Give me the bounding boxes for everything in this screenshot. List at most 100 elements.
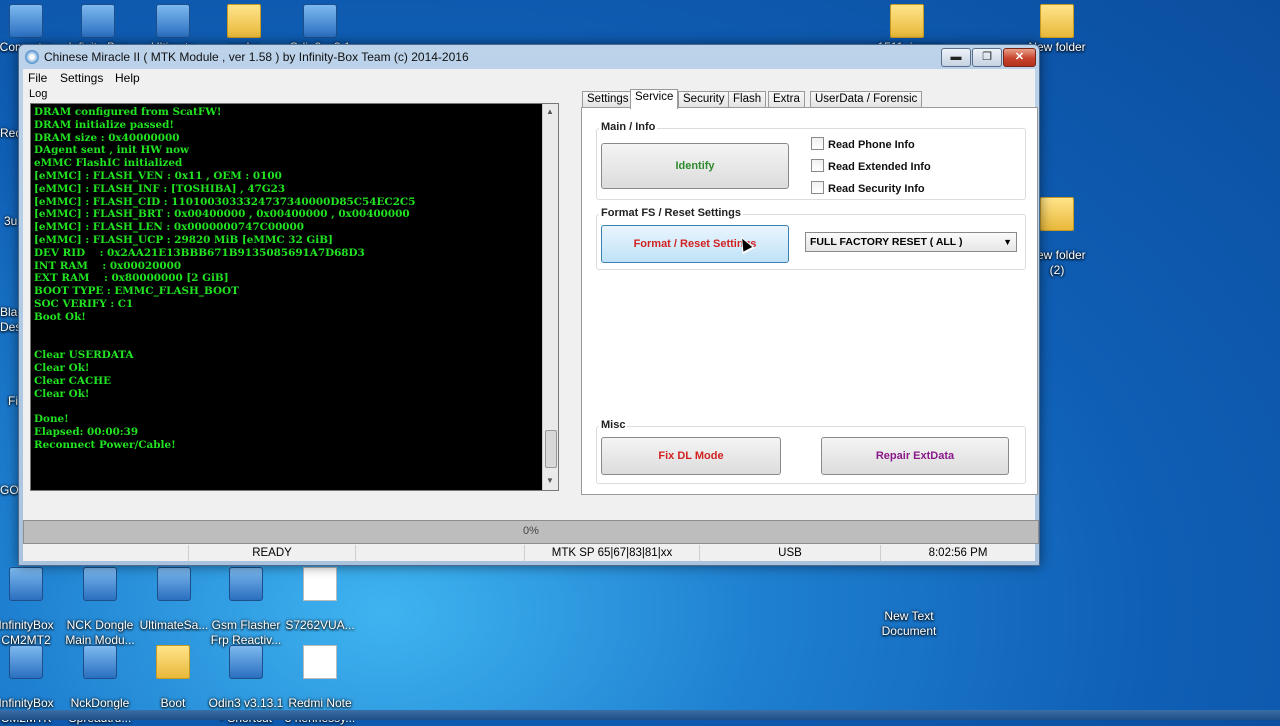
- log-line: Boot Ok!: [34, 310, 86, 323]
- log-line: [eMMC] : FLASH_CID : 1101003033324737340…: [34, 195, 416, 208]
- log-scrollbar[interactable]: ▲ ▼: [542, 104, 558, 490]
- desktop-icon-boot[interactable]: Boot: [133, 630, 213, 711]
- log-line: Done!: [34, 413, 69, 426]
- document-icon: [303, 645, 337, 679]
- format-title: Format FS / Reset Settings: [599, 207, 743, 219]
- computer-icon: [9, 4, 43, 38]
- window-client: File Settings Help Log DRAM configured f…: [23, 69, 1039, 561]
- folder-icon: [156, 645, 190, 679]
- log-line: DRAM initialize passed!: [34, 118, 174, 131]
- desktop-icon-label: Boot: [160, 696, 186, 710]
- tab-settings[interactable]: Settings: [582, 91, 634, 108]
- tab-flash[interactable]: Flash: [728, 91, 767, 108]
- log-line: DRAM size : 0x40000000: [34, 131, 180, 144]
- format-reset-button[interactable]: Format / Reset Settings: [601, 225, 789, 263]
- read-security-info-checkbox[interactable]: Read Security Info: [811, 181, 925, 195]
- log-line: Clear Ok!: [34, 361, 90, 374]
- partial-desktop-label: Fi: [8, 394, 18, 408]
- log-line: [eMMC] : FLASH_INF : [TOSHIBA] , 47G23: [34, 182, 286, 195]
- log-line: Clear CACHE: [34, 374, 111, 387]
- log-line: EXT RAM : 0x80000000 [2 GiB]: [34, 272, 229, 285]
- status-bar: READY MTK SP 65|67|83|81|xx USB 8:02:56 …: [23, 545, 1035, 561]
- log-line: eMMC FlashIC initialized: [34, 157, 183, 170]
- misc-group: Misc Fix DL Mode Repair ExtData: [596, 419, 1026, 484]
- desktop-icon-label: New Text Document: [881, 609, 937, 638]
- fix-dl-mode-button[interactable]: Fix DL Mode: [601, 437, 781, 475]
- tab-userdata-forensic[interactable]: UserData / Forensic: [810, 91, 923, 108]
- main-info-title: Main / Info: [599, 121, 658, 133]
- tab-security[interactable]: Security: [678, 91, 730, 108]
- partial-desktop-label: 3u: [4, 214, 18, 228]
- identify-button[interactable]: Identify: [601, 143, 789, 189]
- desktop-icon-new-text-document[interactable]: New Text Document: [869, 557, 949, 639]
- nck-dongle-icon: [83, 567, 117, 601]
- log-line: SOC VERIFY : C1: [34, 297, 134, 310]
- log-text: DRAM configured from ScatFW! DRAM initial…: [34, 106, 539, 452]
- status-time: 8:02:56 PM: [928, 547, 988, 559]
- checkbox-icon: [811, 181, 824, 194]
- log-line: [eMMC] : FLASH_UCP : 29820 MiB [eMMC 32 …: [34, 233, 333, 246]
- infinitybox-icon: [9, 567, 43, 601]
- log-panel[interactable]: DRAM configured from ScatFW! DRAM initial…: [30, 103, 559, 491]
- checkbox-label: Read Security Info: [828, 183, 925, 195]
- chevron-down-icon: ▼: [1003, 237, 1012, 247]
- log-line: DRAM configured from ScatFW!: [34, 106, 222, 118]
- format-group: Format FS / Reset Settings Format / Rese…: [596, 207, 1026, 270]
- document-icon: [303, 567, 337, 601]
- log-line: [eMMC] : FLASH_VEN : 0x11 , OEM : 0100: [34, 169, 282, 182]
- ultimate-icon: [157, 567, 191, 601]
- status-cell-empty: [23, 545, 189, 561]
- progress-bar: 0%: [23, 520, 1039, 544]
- folder-icon: [1040, 4, 1074, 38]
- ultimate-icon: [156, 4, 190, 38]
- checkbox-label: Read Extended Info: [828, 161, 931, 173]
- close-button[interactable]: ✕: [1003, 48, 1036, 67]
- folder-icon: [1040, 197, 1074, 231]
- folder-icon: [890, 4, 924, 38]
- scroll-up-icon[interactable]: ▲: [546, 107, 554, 116]
- progress-text: 0%: [523, 525, 539, 537]
- minimize-button[interactable]: ▬: [941, 48, 971, 67]
- log-line: Reconnect Power/Cable!: [34, 438, 176, 451]
- taskbar[interactable]: [0, 710, 1280, 720]
- menu-help[interactable]: Help: [115, 71, 140, 85]
- repair-extdata-button[interactable]: Repair ExtData: [821, 437, 1009, 475]
- infinitybox-icon: [9, 645, 43, 679]
- text-document-icon: [893, 572, 925, 592]
- main-info-group: Main / Info Identify Read Phone Info Rea…: [596, 121, 1026, 200]
- log-line: [eMMC] : FLASH_BRT : 0x00400000 , 0x0040…: [34, 208, 410, 221]
- log-line: INT RAM : 0x00020000: [34, 259, 182, 272]
- reset-mode-select[interactable]: FULL FACTORY RESET ( ALL ) ▼: [805, 232, 1017, 252]
- nck-dongle-icon: [83, 645, 117, 679]
- infinity-box-icon: [81, 4, 115, 38]
- tab-extra[interactable]: Extra: [768, 91, 805, 108]
- scroll-thumb[interactable]: [545, 430, 557, 468]
- app-icon: [25, 50, 39, 64]
- tab-service[interactable]: Service: [630, 89, 679, 109]
- status-cell-empty: [356, 545, 525, 561]
- misc-title: Misc: [599, 419, 628, 431]
- status-chip: MTK SP 65|67|83|81|xx: [525, 545, 700, 561]
- maximize-button[interactable]: ❐: [972, 48, 1002, 67]
- gsm-flasher-icon: [229, 567, 263, 601]
- status-state: READY: [189, 545, 356, 561]
- log-line: BOOT TYPE : EMMC_FLASH_BOOT: [34, 285, 239, 298]
- read-extended-info-checkbox[interactable]: Read Extended Info: [811, 159, 931, 173]
- checkbox-icon: [811, 137, 824, 150]
- log-line: DEV RID : 0x2AA21E13BBB671B9135085691A7D…: [34, 246, 365, 259]
- log-line: [eMMC] : FLASH_LEN : 0x0000000747C00000: [34, 221, 304, 234]
- scroll-down-icon[interactable]: ▼: [546, 476, 554, 485]
- odin-icon: [229, 645, 263, 679]
- menu-settings[interactable]: Settings: [60, 71, 103, 85]
- title-bar[interactable]: Chinese Miracle II ( MTK Module , ver 1.…: [19, 45, 1039, 69]
- reset-mode-value: FULL FACTORY RESET ( ALL ): [810, 236, 963, 248]
- status-port: USB: [700, 545, 881, 561]
- folder-icon: [227, 4, 261, 38]
- read-phone-info-checkbox[interactable]: Read Phone Info: [811, 137, 915, 151]
- log-line: Clear Ok!: [34, 387, 90, 400]
- service-panel: Main / Info Identify Read Phone Info Rea…: [581, 107, 1038, 495]
- menu-file[interactable]: File: [28, 71, 47, 85]
